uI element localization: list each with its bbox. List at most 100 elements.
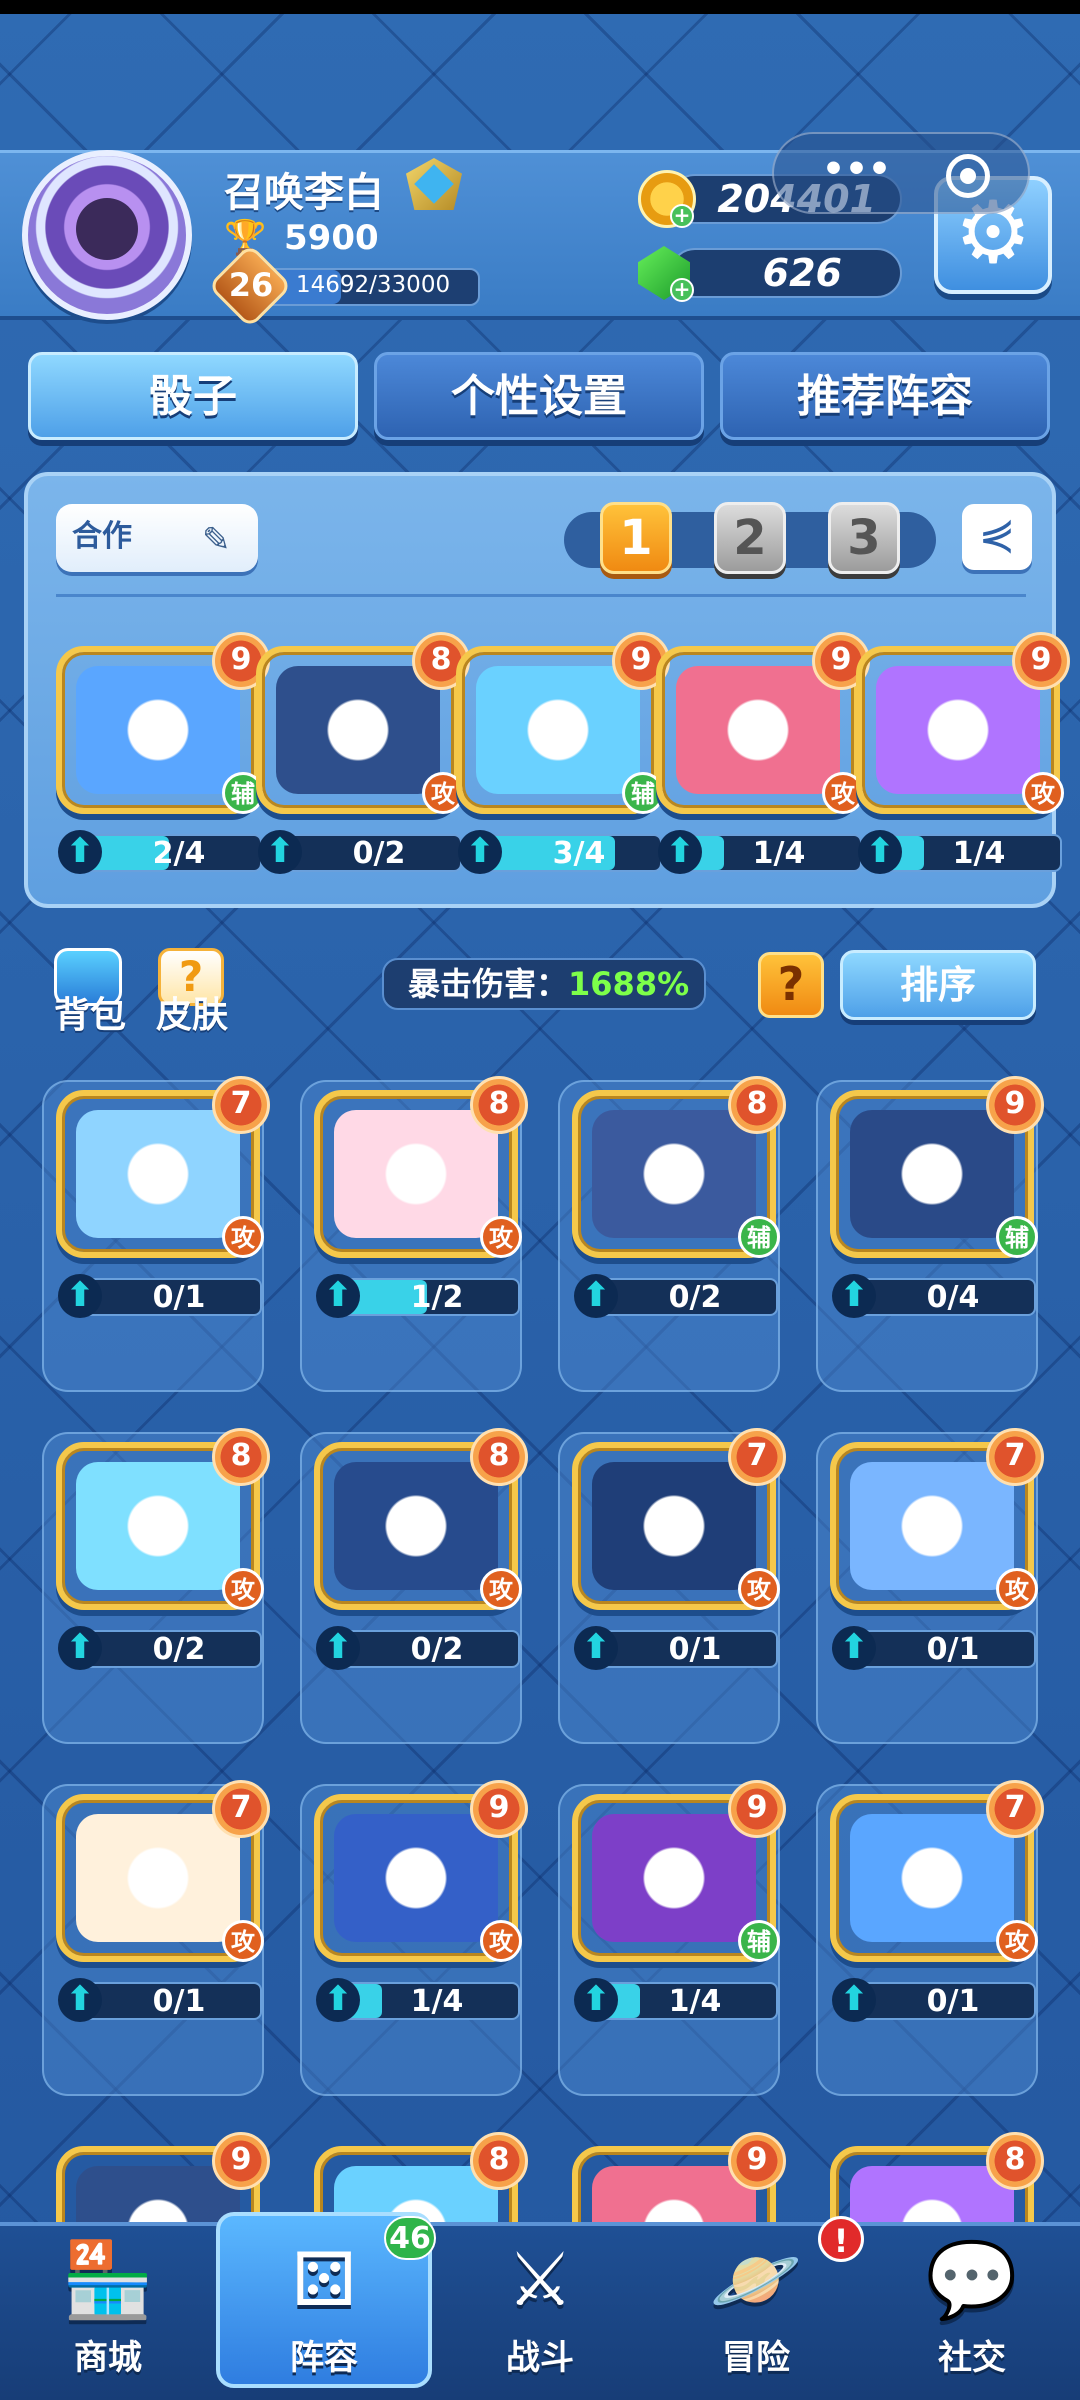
upgrade-arrow-icon: ⬆ — [574, 1626, 618, 1670]
dice-collection-role-badge: 攻 — [738, 1568, 780, 1610]
add-gold-icon[interactable]: + — [670, 204, 694, 228]
dice-collection-level-badge: 8 — [728, 1076, 786, 1134]
upgrade-arrow-icon: ⬆ — [858, 830, 902, 874]
skin-label[interactable]: 皮肤 — [156, 986, 228, 1038]
dice-collection-role-badge: 攻 — [222, 1920, 264, 1962]
nav-count-badge: 46 — [384, 2216, 436, 2260]
crit-damage-label: 暴击伤害： — [408, 965, 569, 1003]
dice-collection-role-badge: 攻 — [480, 1920, 522, 1962]
lion-icon — [276, 666, 440, 794]
dice-collection-upgrade-count: 0/1 — [926, 1632, 980, 1667]
dice-collection-role-badge: 攻 — [222, 1568, 264, 1610]
dice-collection-role-badge: 辅 — [738, 1920, 780, 1962]
purple-cross-icon — [876, 666, 1040, 794]
upgrade-arrow-icon: ⬆ — [58, 830, 102, 874]
edit-pencil-icon[interactable]: ✎ — [202, 520, 231, 560]
tab-dice[interactable]: 骰子 — [28, 352, 358, 440]
player-avatar[interactable] — [22, 150, 192, 320]
dice-collection-upgrade-count: 0/2 — [410, 1632, 464, 1667]
close-ring-icon[interactable] — [946, 154, 990, 198]
upgrade-arrow-icon: ⬆ — [58, 1626, 102, 1670]
dice-collection-upgrade-count: 1/2 — [410, 1280, 464, 1315]
ninja-mask-icon — [76, 666, 240, 794]
red-gift-icon — [676, 666, 840, 794]
nav-label: 商城 — [74, 2338, 142, 2378]
dice-collection-level-badge: 9 — [728, 2132, 786, 2190]
pisces-fish-icon — [850, 1462, 1014, 1590]
upgrade-arrow-icon: ⬆ — [58, 1274, 102, 1318]
crit-damage-value: 1688% — [568, 965, 690, 1003]
shark-icon — [76, 1110, 240, 1238]
player-name: 召唤李白 — [224, 170, 384, 216]
crab-icon — [592, 1462, 756, 1590]
dice-collection-level-badge: 7 — [986, 1428, 1044, 1486]
upgrade-arrow-icon: ⬆ — [316, 1626, 360, 1670]
dice-collection-upgrade-count: 0/1 — [926, 1984, 980, 2019]
upgrade-arrow-icon: ⬆ — [316, 1274, 360, 1318]
upgrade-arrow-icon: ⬆ — [258, 830, 302, 874]
mini-program-capsule[interactable]: ••• — [772, 132, 1030, 214]
crossed-swords-icon: ⚔ — [506, 2237, 574, 2323]
upgrade-arrow-icon: ⬆ — [316, 1978, 360, 2022]
upgrade-arrow-icon: ⬆ — [832, 1274, 876, 1318]
help-button[interactable]: ? — [758, 952, 824, 1018]
dice-collection-level-badge: 8 — [470, 2132, 528, 2190]
backpack-label[interactable]: 背包 — [54, 986, 126, 1038]
dice-collection-level-badge: 9 — [728, 1780, 786, 1838]
vortex-icon — [476, 666, 640, 794]
upgrade-arrow-icon: ⬆ — [58, 1978, 102, 2022]
xp-text: 14692/33000 — [296, 272, 451, 298]
rabbit-icon — [334, 1110, 498, 1238]
deck-page-3-button[interactable]: 3 — [828, 502, 900, 574]
nav-label: 阵容 — [290, 2338, 358, 2378]
dice-collection-level-badge: 7 — [728, 1428, 786, 1486]
shield-cross-icon — [592, 1814, 756, 1942]
nav-item-chat-bubbles[interactable]: 💬 社交 — [864, 2230, 1080, 2390]
dice-collection-level-badge: 8 — [470, 1428, 528, 1486]
tiger-icon — [334, 1814, 498, 1942]
nav-item-crossed-swords[interactable]: ⚔ 战斗 — [432, 2230, 648, 2390]
deck-page-1-button[interactable]: 1 — [600, 502, 672, 574]
upgrade-arrow-icon: ⬆ — [574, 1978, 618, 2022]
upgrade-arrow-icon: ⬆ — [832, 1978, 876, 2022]
dice-collection-role-badge: 攻 — [480, 1568, 522, 1610]
vampire-icon — [850, 1814, 1014, 1942]
tab-recommended-lineup[interactable]: 推荐阵容 — [720, 352, 1050, 440]
leo-lion-icon — [334, 1462, 498, 1590]
deck-slot-upgrade-count: 1/4 — [952, 836, 1006, 871]
dice-collection-upgrade-count: 0/1 — [152, 1984, 206, 2019]
dice-collection-role-badge: 攻 — [480, 1216, 522, 1258]
virgo-maiden-icon — [76, 1462, 240, 1590]
deck-slot-upgrade-count: 0/2 — [352, 836, 406, 871]
dice-collection-level-badge: 9 — [986, 1076, 1044, 1134]
upgrade-arrow-icon: ⬆ — [832, 1626, 876, 1670]
deck-page-2-button[interactable]: 2 — [714, 502, 786, 574]
deck-slot-upgrade-count: 2/4 — [152, 836, 206, 871]
status-bar — [0, 0, 1080, 14]
dice-collection-role-badge: 辅 — [996, 1216, 1038, 1258]
tab-customize[interactable]: 个性设置 — [374, 352, 704, 440]
nav-alert-badge: ! — [818, 2216, 864, 2262]
sort-button[interactable]: 排序 — [840, 950, 1036, 1020]
dice-collection-upgrade-count: 0/1 — [152, 1280, 206, 1315]
dice-collection-role-badge: 攻 — [996, 1568, 1038, 1610]
dice-collection-level-badge: 7 — [986, 1780, 1044, 1838]
deck-slot-upgrade-count: 1/4 — [752, 836, 806, 871]
deck-slot-upgrade-count: 3/4 — [552, 836, 606, 871]
dice-collection-level-badge: 9 — [212, 2132, 270, 2190]
share-icon[interactable]: ⋞ — [962, 504, 1032, 570]
gem-value: 626 — [762, 251, 842, 295]
deck-slot-level-badge: 9 — [1012, 632, 1070, 690]
dice-collection-role-badge: 辅 — [738, 1216, 780, 1258]
shop-icon: 🏪 — [61, 2237, 155, 2323]
crit-damage-display: 暴击伤害：1688% — [382, 958, 706, 1010]
more-dots-icon[interactable]: ••• — [822, 152, 891, 188]
nav-label: 社交 — [938, 2338, 1006, 2378]
libra-scales-icon — [850, 1110, 1014, 1238]
dice-collection-upgrade-count: 0/1 — [668, 1632, 722, 1667]
deck-slot-role-badge: 攻 — [1022, 772, 1064, 814]
nav-item-shop[interactable]: 🏪 商城 — [0, 2230, 216, 2390]
upgrade-arrow-icon: ⬆ — [574, 1274, 618, 1318]
add-gem-icon[interactable]: + — [670, 278, 694, 302]
dice-collection-level-badge: 8 — [470, 1076, 528, 1134]
